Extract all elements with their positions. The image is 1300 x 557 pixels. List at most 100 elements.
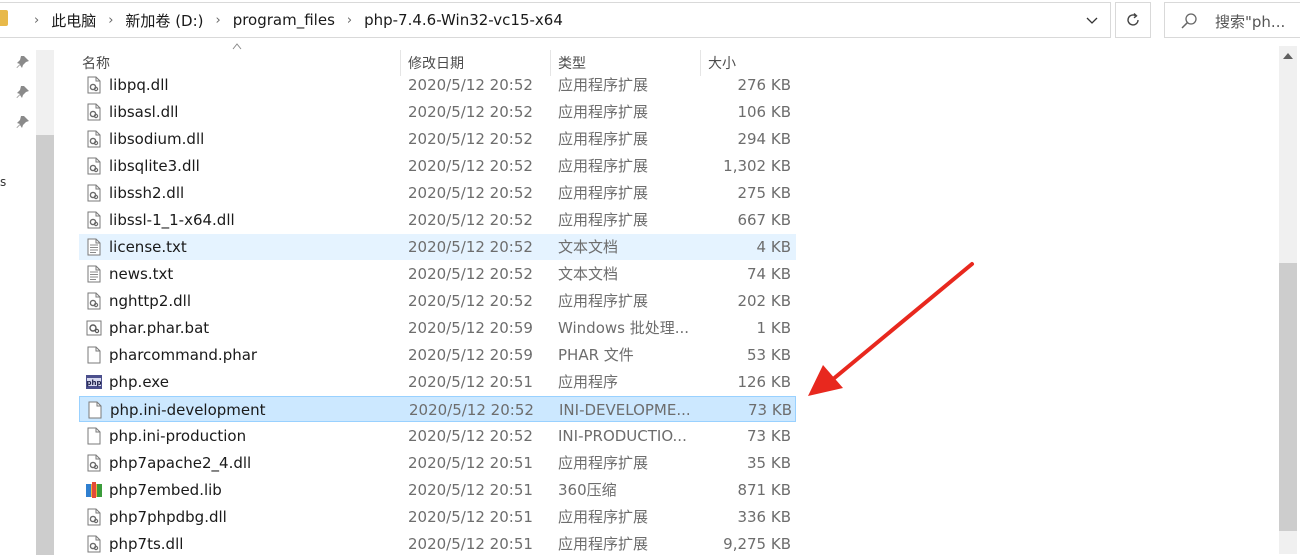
file-size: 871 KB xyxy=(737,481,791,499)
file-modified-date: 2020/5/12 20:52 xyxy=(408,130,533,148)
file-row[interactable]: libssl-1_1-x64.dll 2020/5/12 20:52 应用程序扩展 6… xyxy=(79,207,796,233)
file-list-scrollbar-thumb[interactable] xyxy=(1279,263,1297,531)
dll-icon xyxy=(85,508,103,526)
file-row[interactable]: phar.phar.bat 2020/5/12 20:59 Windows 批处理.… xyxy=(79,315,796,341)
file-name: news.txt xyxy=(109,265,174,283)
file-modified-date: 2020/5/12 20:52 xyxy=(408,427,533,445)
file-type: 应用程序扩展 xyxy=(558,535,649,553)
file-size: 126 KB xyxy=(737,373,791,391)
file-row[interactable]: php php.exe 2020/5/12 20:51 应用程序 126 KB xyxy=(79,369,796,395)
file-type: Windows 批处理... xyxy=(558,319,690,337)
address-bar-region: › 此电脑 › 新加卷 (D:) › program_files › php-7… xyxy=(0,0,1300,40)
file-modified-date: 2020/5/12 20:52 xyxy=(408,211,533,229)
file-row[interactable]: php7embed.lib 2020/5/12 20:51 360压缩 871 KB xyxy=(79,477,796,503)
navigation-pane: s xyxy=(0,40,56,555)
batch-file-icon xyxy=(85,319,103,337)
column-header-name-label: 名称 xyxy=(82,56,110,72)
refresh-icon xyxy=(1127,12,1139,26)
file-modified-date: 2020/5/12 20:52 xyxy=(408,157,533,175)
file-type: 360压缩 xyxy=(558,481,617,499)
breadcrumb-php-folder[interactable]: php-7.4.6-Win32-vc15-x64 xyxy=(358,11,569,29)
file-modified-date: 2020/5/12 20:59 xyxy=(408,346,533,364)
file-name: libpq.dll xyxy=(109,76,169,94)
file-row[interactable]: php.ini-production 2020/5/12 20:52 INI-PRO… xyxy=(79,423,796,449)
file-size: 336 KB xyxy=(737,508,791,526)
file-row[interactable]: pharcommand.phar 2020/5/12 20:59 PHAR 文件 53… xyxy=(79,342,796,368)
file-size: 73 KB xyxy=(747,427,791,445)
breadcrumb-separator-icon[interactable]: › xyxy=(28,13,45,28)
file-size: 9,275 KB xyxy=(723,535,791,553)
archive-icon xyxy=(85,481,103,499)
file-modified-date: 2020/5/12 20:52 xyxy=(408,184,533,202)
file-type: 应用程序扩展 xyxy=(558,130,649,148)
file-modified-date: 2020/5/12 20:52 xyxy=(408,265,533,283)
pin-icon[interactable] xyxy=(16,115,30,129)
file-type: INI-PRODUCTIO... xyxy=(558,427,687,445)
search-placeholder: 搜索"ph... xyxy=(1215,13,1286,31)
file-type: 应用程序扩展 xyxy=(558,508,649,526)
file-size: 74 KB xyxy=(747,265,791,283)
file-size: 35 KB xyxy=(747,454,791,472)
file-type: 应用程序扩展 xyxy=(558,157,649,175)
pin-icon[interactable] xyxy=(16,85,30,99)
nav-scrollbar-thumb[interactable] xyxy=(36,135,54,555)
file-row[interactable]: libssh2.dll 2020/5/12 20:52 应用程序扩展 275 KB xyxy=(79,180,796,206)
file-modified-date: 2020/5/12 20:52 xyxy=(408,292,533,310)
dll-icon xyxy=(85,292,103,310)
file-type: 应用程序扩展 xyxy=(558,211,649,229)
dll-icon xyxy=(85,157,103,175)
dll-icon xyxy=(85,535,103,553)
refresh-button[interactable] xyxy=(1115,2,1151,38)
pin-icon[interactable] xyxy=(16,55,30,69)
address-history-dropdown-button[interactable] xyxy=(1081,9,1103,31)
file-size: 294 KB xyxy=(737,130,791,148)
file-row[interactable]: libsasl.dll 2020/5/12 20:52 应用程序扩展 106 KB xyxy=(79,99,796,125)
file-row[interactable]: php7apache2_4.dll 2020/5/12 20:51 应用程序扩展 35… xyxy=(79,450,796,476)
file-name: php7apache2_4.dll xyxy=(109,454,252,472)
file-size: 1 KB xyxy=(756,319,791,337)
breadcrumb-program-files[interactable]: program_files xyxy=(227,11,341,29)
file-row[interactable]: php7ts.dll 2020/5/12 20:51 应用程序扩展 9,275 KB xyxy=(79,531,796,557)
file-row[interactable]: libsodium.dll 2020/5/12 20:52 应用程序扩展 294 KB xyxy=(79,126,796,152)
dll-icon xyxy=(85,103,103,121)
file-size: 106 KB xyxy=(737,103,791,121)
breadcrumb-separator-icon[interactable]: › xyxy=(102,13,119,28)
column-header-date-label: 修改日期 xyxy=(408,56,464,72)
column-header-type-label: 类型 xyxy=(558,56,586,72)
file-modified-date: 2020/5/12 20:52 xyxy=(408,103,533,121)
file-size: 4 KB xyxy=(756,238,791,256)
breadcrumb-drive-d[interactable]: 新加卷 (D:) xyxy=(119,10,209,31)
folder-icon xyxy=(0,10,8,26)
file-row[interactable]: libsqlite3.dll 2020/5/12 20:52 应用程序扩展 1,302… xyxy=(79,153,796,179)
file-type: PHAR 文件 xyxy=(558,346,634,364)
breadcrumb-separator-icon[interactable]: › xyxy=(210,13,227,28)
dll-icon xyxy=(85,211,103,229)
file-name: libsqlite3.dll xyxy=(109,157,200,175)
file-row[interactable]: news.txt 2020/5/12 20:52 文本文档 74 KB xyxy=(79,261,796,287)
file-type: 应用程序扩展 xyxy=(558,103,649,121)
file-type: 应用程序扩展 xyxy=(558,292,649,310)
file-type: 应用程序扩展 xyxy=(558,76,649,94)
search-box[interactable]: 搜索"ph... xyxy=(1164,2,1300,38)
file-modified-date: 2020/5/12 20:51 xyxy=(408,481,533,499)
file-size: 275 KB xyxy=(737,184,791,202)
file-row[interactable]: nghttp2.dll 2020/5/12 20:52 应用程序扩展 202 KB xyxy=(79,288,796,314)
blank-file-icon xyxy=(85,346,103,364)
text-file-icon xyxy=(85,238,103,256)
dll-icon xyxy=(85,184,103,202)
breadcrumb-separator-icon[interactable]: › xyxy=(341,13,358,28)
file-size: 667 KB xyxy=(737,211,791,229)
scroll-up-icon[interactable] xyxy=(1283,52,1293,60)
breadcrumb-this-pc[interactable]: 此电脑 xyxy=(45,10,102,31)
file-name: php.exe xyxy=(109,373,169,391)
file-name: license.txt xyxy=(109,238,187,256)
nav-item-label-fragment[interactable]: s xyxy=(0,175,6,189)
file-name: php.ini-production xyxy=(109,427,247,445)
file-row[interactable]: php.ini-development 2020/5/12 20:52 INI-DE… xyxy=(79,396,796,422)
file-row[interactable]: license.txt 2020/5/12 20:52 文本文档 4 KB xyxy=(79,234,796,260)
file-size: 1,302 KB xyxy=(723,157,791,175)
breadcrumb: › 此电脑 › 新加卷 (D:) › program_files › php-7… xyxy=(28,0,569,40)
file-row[interactable]: libpq.dll 2020/5/12 20:52 应用程序扩展 276 KB xyxy=(79,72,796,98)
file-name: libssl-1_1-x64.dll xyxy=(109,211,235,229)
file-row[interactable]: php7phpdbg.dll 2020/5/12 20:51 应用程序扩展 336 K… xyxy=(79,504,796,530)
